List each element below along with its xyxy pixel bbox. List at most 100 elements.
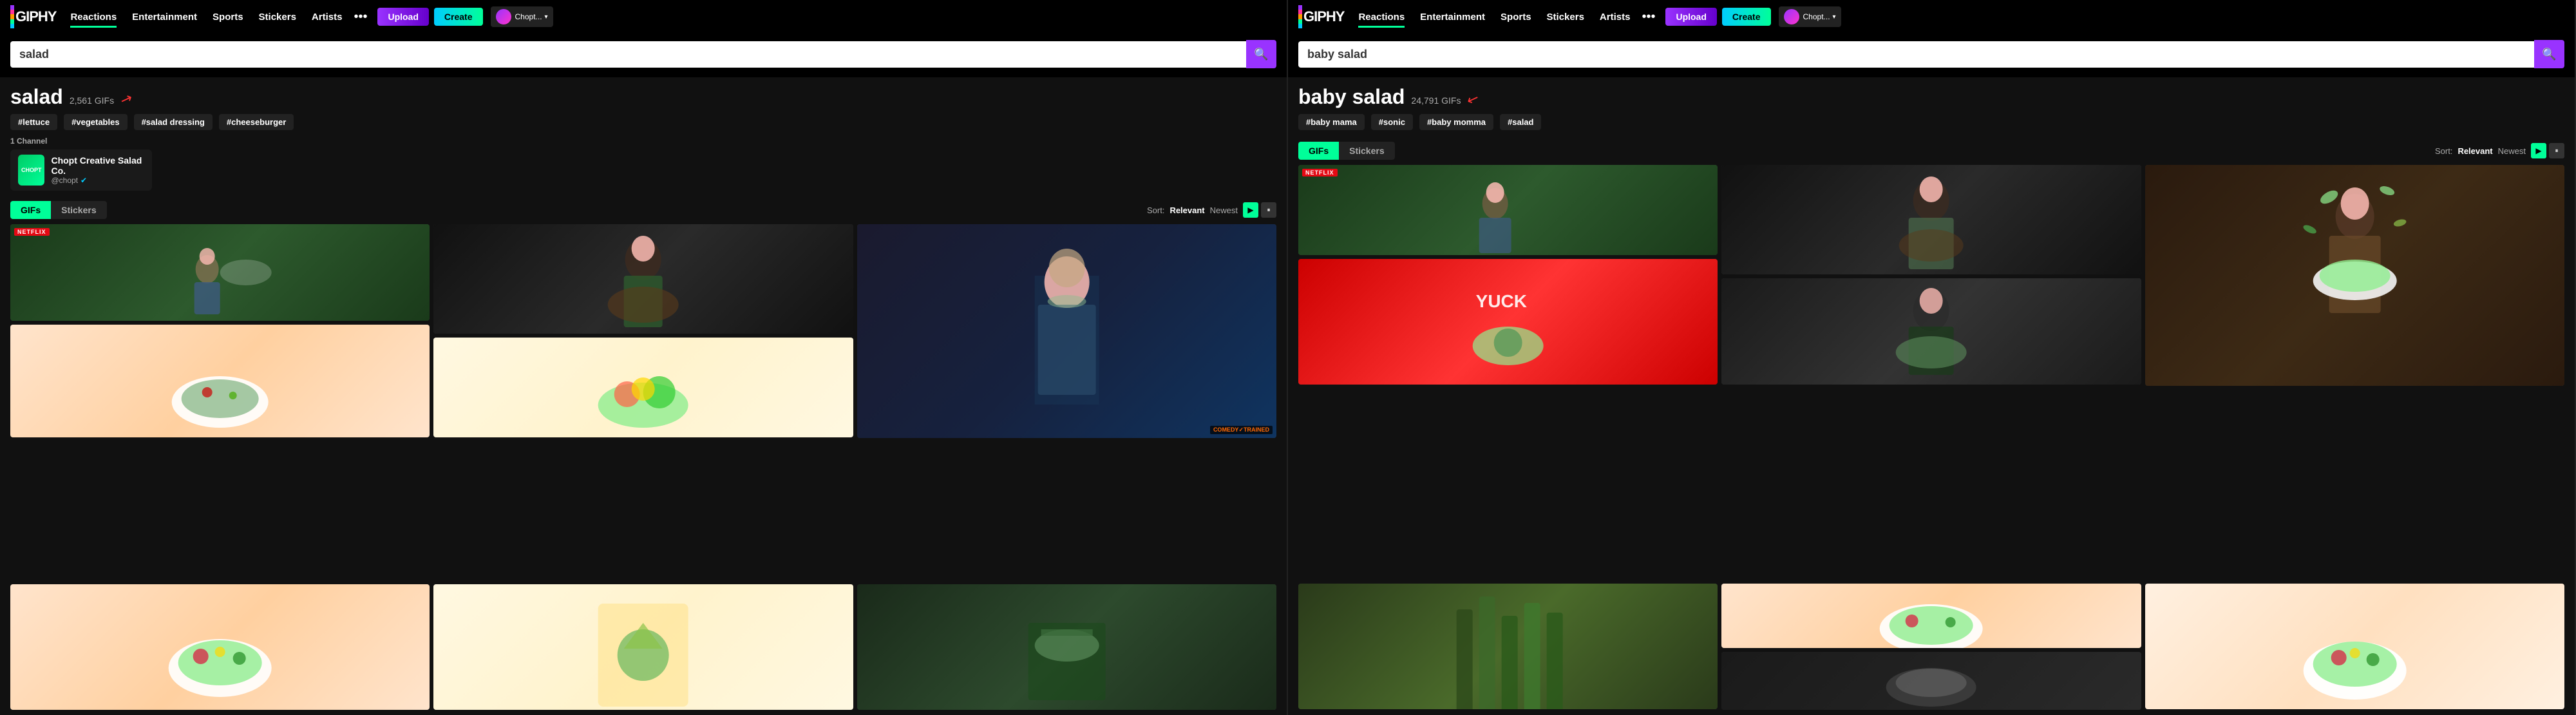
- play-controls-right: ▶ ⏸: [2531, 143, 2564, 158]
- hashtag-lettuce[interactable]: #lettuce: [10, 114, 57, 130]
- nav-more-right[interactable]: •••: [1639, 10, 1658, 24]
- search-input-right[interactable]: [1298, 41, 2534, 68]
- create-button-left[interactable]: Create: [434, 8, 483, 26]
- comedy-badge-left: COMEDY✓TRAINED: [1210, 426, 1273, 434]
- play-button-left[interactable]: ▶: [1243, 202, 1258, 218]
- nav-reactions-right[interactable]: Reactions: [1352, 9, 1411, 25]
- netflix-badge: NETFLIX: [14, 228, 50, 236]
- user-avatar-left: [496, 9, 511, 24]
- gif-item[interactable]: [433, 338, 853, 437]
- giphy-wordmark-right: GIPHY: [1303, 8, 1344, 25]
- sort-label-right: Sort:: [2435, 146, 2452, 156]
- chevron-down-icon-right: ▾: [1833, 14, 1836, 21]
- gif-item[interactable]: [1298, 584, 1718, 709]
- gif-item[interactable]: COMEDY✓TRAINED: [857, 224, 1276, 438]
- upload-button-right[interactable]: Upload: [1665, 8, 1716, 26]
- tab-gifs-right[interactable]: GIFs: [1298, 142, 1339, 160]
- gif-item[interactable]: [1721, 165, 2141, 274]
- arrow-annotation-left: ↗: [118, 90, 135, 110]
- create-button-right[interactable]: Create: [1722, 8, 1771, 26]
- gif-item[interactable]: NETFLIX: [1298, 165, 1718, 255]
- gif-item[interactable]: NETFLIX: [10, 224, 430, 321]
- sort-relevant-left[interactable]: Relevant: [1170, 205, 1204, 215]
- nav-more-left[interactable]: •••: [351, 10, 370, 24]
- sort-relevant-right[interactable]: Relevant: [2458, 146, 2492, 156]
- nav-sports-left[interactable]: Sports: [206, 9, 250, 25]
- results-count-right: 24,791 GIFs: [1411, 95, 1461, 106]
- gif-col-2-left: [433, 224, 853, 584]
- results-header-left: salad 2,561 GIFs ↗: [0, 77, 1287, 114]
- hashtag-baby-momma[interactable]: #baby momma: [1419, 114, 1493, 130]
- tab-gifs-left[interactable]: GIFs: [10, 201, 51, 219]
- search-button-left[interactable]: 🔍: [1246, 40, 1276, 68]
- gif-col-1-right: NETFLIX YUCK: [1298, 165, 1718, 584]
- gif-grid-right: NETFLIX YUCK: [1288, 165, 2575, 584]
- sort-label-left: Sort:: [1147, 205, 1164, 215]
- arrow-annotation-right: ↙: [1465, 90, 1482, 110]
- channel-handle-left: @chopt ✔: [51, 176, 144, 185]
- gif-item[interactable]: [2145, 165, 2564, 386]
- pause-button-right[interactable]: ⏸: [2549, 143, 2564, 158]
- hashtag-vegetables[interactable]: #vegetables: [64, 114, 127, 130]
- gif-grid-left-row2: [0, 584, 1287, 715]
- gif-item[interactable]: [433, 224, 853, 334]
- play-button-right[interactable]: ▶: [2531, 143, 2546, 158]
- search-input-left[interactable]: [10, 41, 1246, 68]
- gif-grid-right-row2: [1288, 584, 2575, 715]
- nav-entertainment-right[interactable]: Entertainment: [1414, 9, 1492, 25]
- gif-item[interactable]: [1721, 278, 2141, 385]
- sort-newest-left[interactable]: Newest: [1210, 205, 1238, 215]
- channel-card-left[interactable]: CHOPT Chopt Creative Salad Co. @chopt ✔: [10, 149, 152, 191]
- channel-label-left: 1 Channel: [10, 137, 1276, 146]
- navbar-right: GIPHY Reactions Entertainment Sports Sti…: [1288, 0, 2575, 33]
- nav-artists-right[interactable]: Artists: [1593, 9, 1637, 25]
- giphy-logo-right[interactable]: GIPHY: [1298, 5, 1344, 28]
- hashtags-left: #lettuce #vegetables #salad dressing #ch…: [0, 114, 1287, 137]
- gif-item[interactable]: [10, 584, 430, 710]
- gif-col-1-left: NETFLIX: [10, 224, 430, 584]
- gif-item[interactable]: [1721, 652, 2141, 710]
- results-title-right: baby salad: [1298, 85, 1405, 109]
- nav-stickers-right[interactable]: Stickers: [1540, 9, 1591, 25]
- nav-stickers-left[interactable]: Stickers: [252, 9, 303, 25]
- tabs-row-left: GIFs Stickers Sort: Relevant Newest ▶ ⏸: [0, 196, 1287, 224]
- sort-section-right: Sort: Relevant Newest ▶ ⏸: [2435, 143, 2564, 158]
- nav-reactions-left[interactable]: Reactions: [64, 9, 123, 25]
- results-header-right: baby salad 24,791 GIFs ↙: [1288, 77, 2575, 114]
- nav-entertainment-left[interactable]: Entertainment: [126, 9, 204, 25]
- chevron-down-icon-left: ▾: [545, 14, 548, 21]
- search-button-right[interactable]: 🔍: [2534, 40, 2564, 68]
- search-bar-left: 🔍: [0, 33, 1287, 77]
- upload-button-left[interactable]: Upload: [377, 8, 428, 26]
- results-title-left: salad: [10, 85, 63, 109]
- search-icon-left: 🔍: [1254, 48, 1268, 61]
- gif-item[interactable]: [1721, 584, 2141, 648]
- giphy-logo-left[interactable]: GIPHY: [10, 5, 56, 28]
- gif-item[interactable]: [10, 325, 430, 437]
- hashtag-salad-dressing[interactable]: #salad dressing: [134, 114, 213, 130]
- gif-item[interactable]: [857, 584, 1276, 710]
- nav-sports-right[interactable]: Sports: [1494, 9, 1538, 25]
- navbar-left: GIPHY Reactions Entertainment Sports Sti…: [0, 0, 1287, 33]
- search-icon-right: 🔍: [2542, 48, 2556, 61]
- hashtag-cheeseburger[interactable]: #cheeseburger: [219, 114, 294, 130]
- gif-item[interactable]: [433, 584, 853, 710]
- hashtags-right: #baby mama #sonic #baby momma #salad: [1288, 114, 2575, 137]
- hashtag-baby-mama[interactable]: #baby mama: [1298, 114, 1365, 130]
- hashtag-salad-right[interactable]: #salad: [1500, 114, 1541, 130]
- sort-newest-right[interactable]: Newest: [2498, 146, 2526, 156]
- gif-item[interactable]: [2145, 584, 2564, 709]
- user-name-right: Chopt...: [1803, 12, 1830, 21]
- user-badge-right[interactable]: Chopt... ▾: [1779, 6, 1841, 27]
- nav-artists-left[interactable]: Artists: [305, 9, 349, 25]
- user-badge-left[interactable]: Chopt... ▾: [491, 6, 553, 27]
- tab-stickers-left[interactable]: Stickers: [51, 201, 106, 219]
- gif-item[interactable]: YUCK: [1298, 259, 1718, 385]
- hashtag-sonic[interactable]: #sonic: [1371, 114, 1413, 130]
- user-avatar-right: [1784, 9, 1799, 24]
- gif-grid-left: NETFLIX: [0, 224, 1287, 584]
- tab-stickers-right[interactable]: Stickers: [1339, 142, 1394, 160]
- gif-col-3-right: [2145, 165, 2564, 584]
- pause-button-left[interactable]: ⏸: [1261, 202, 1276, 218]
- results-count-left: 2,561 GIFs: [70, 95, 114, 106]
